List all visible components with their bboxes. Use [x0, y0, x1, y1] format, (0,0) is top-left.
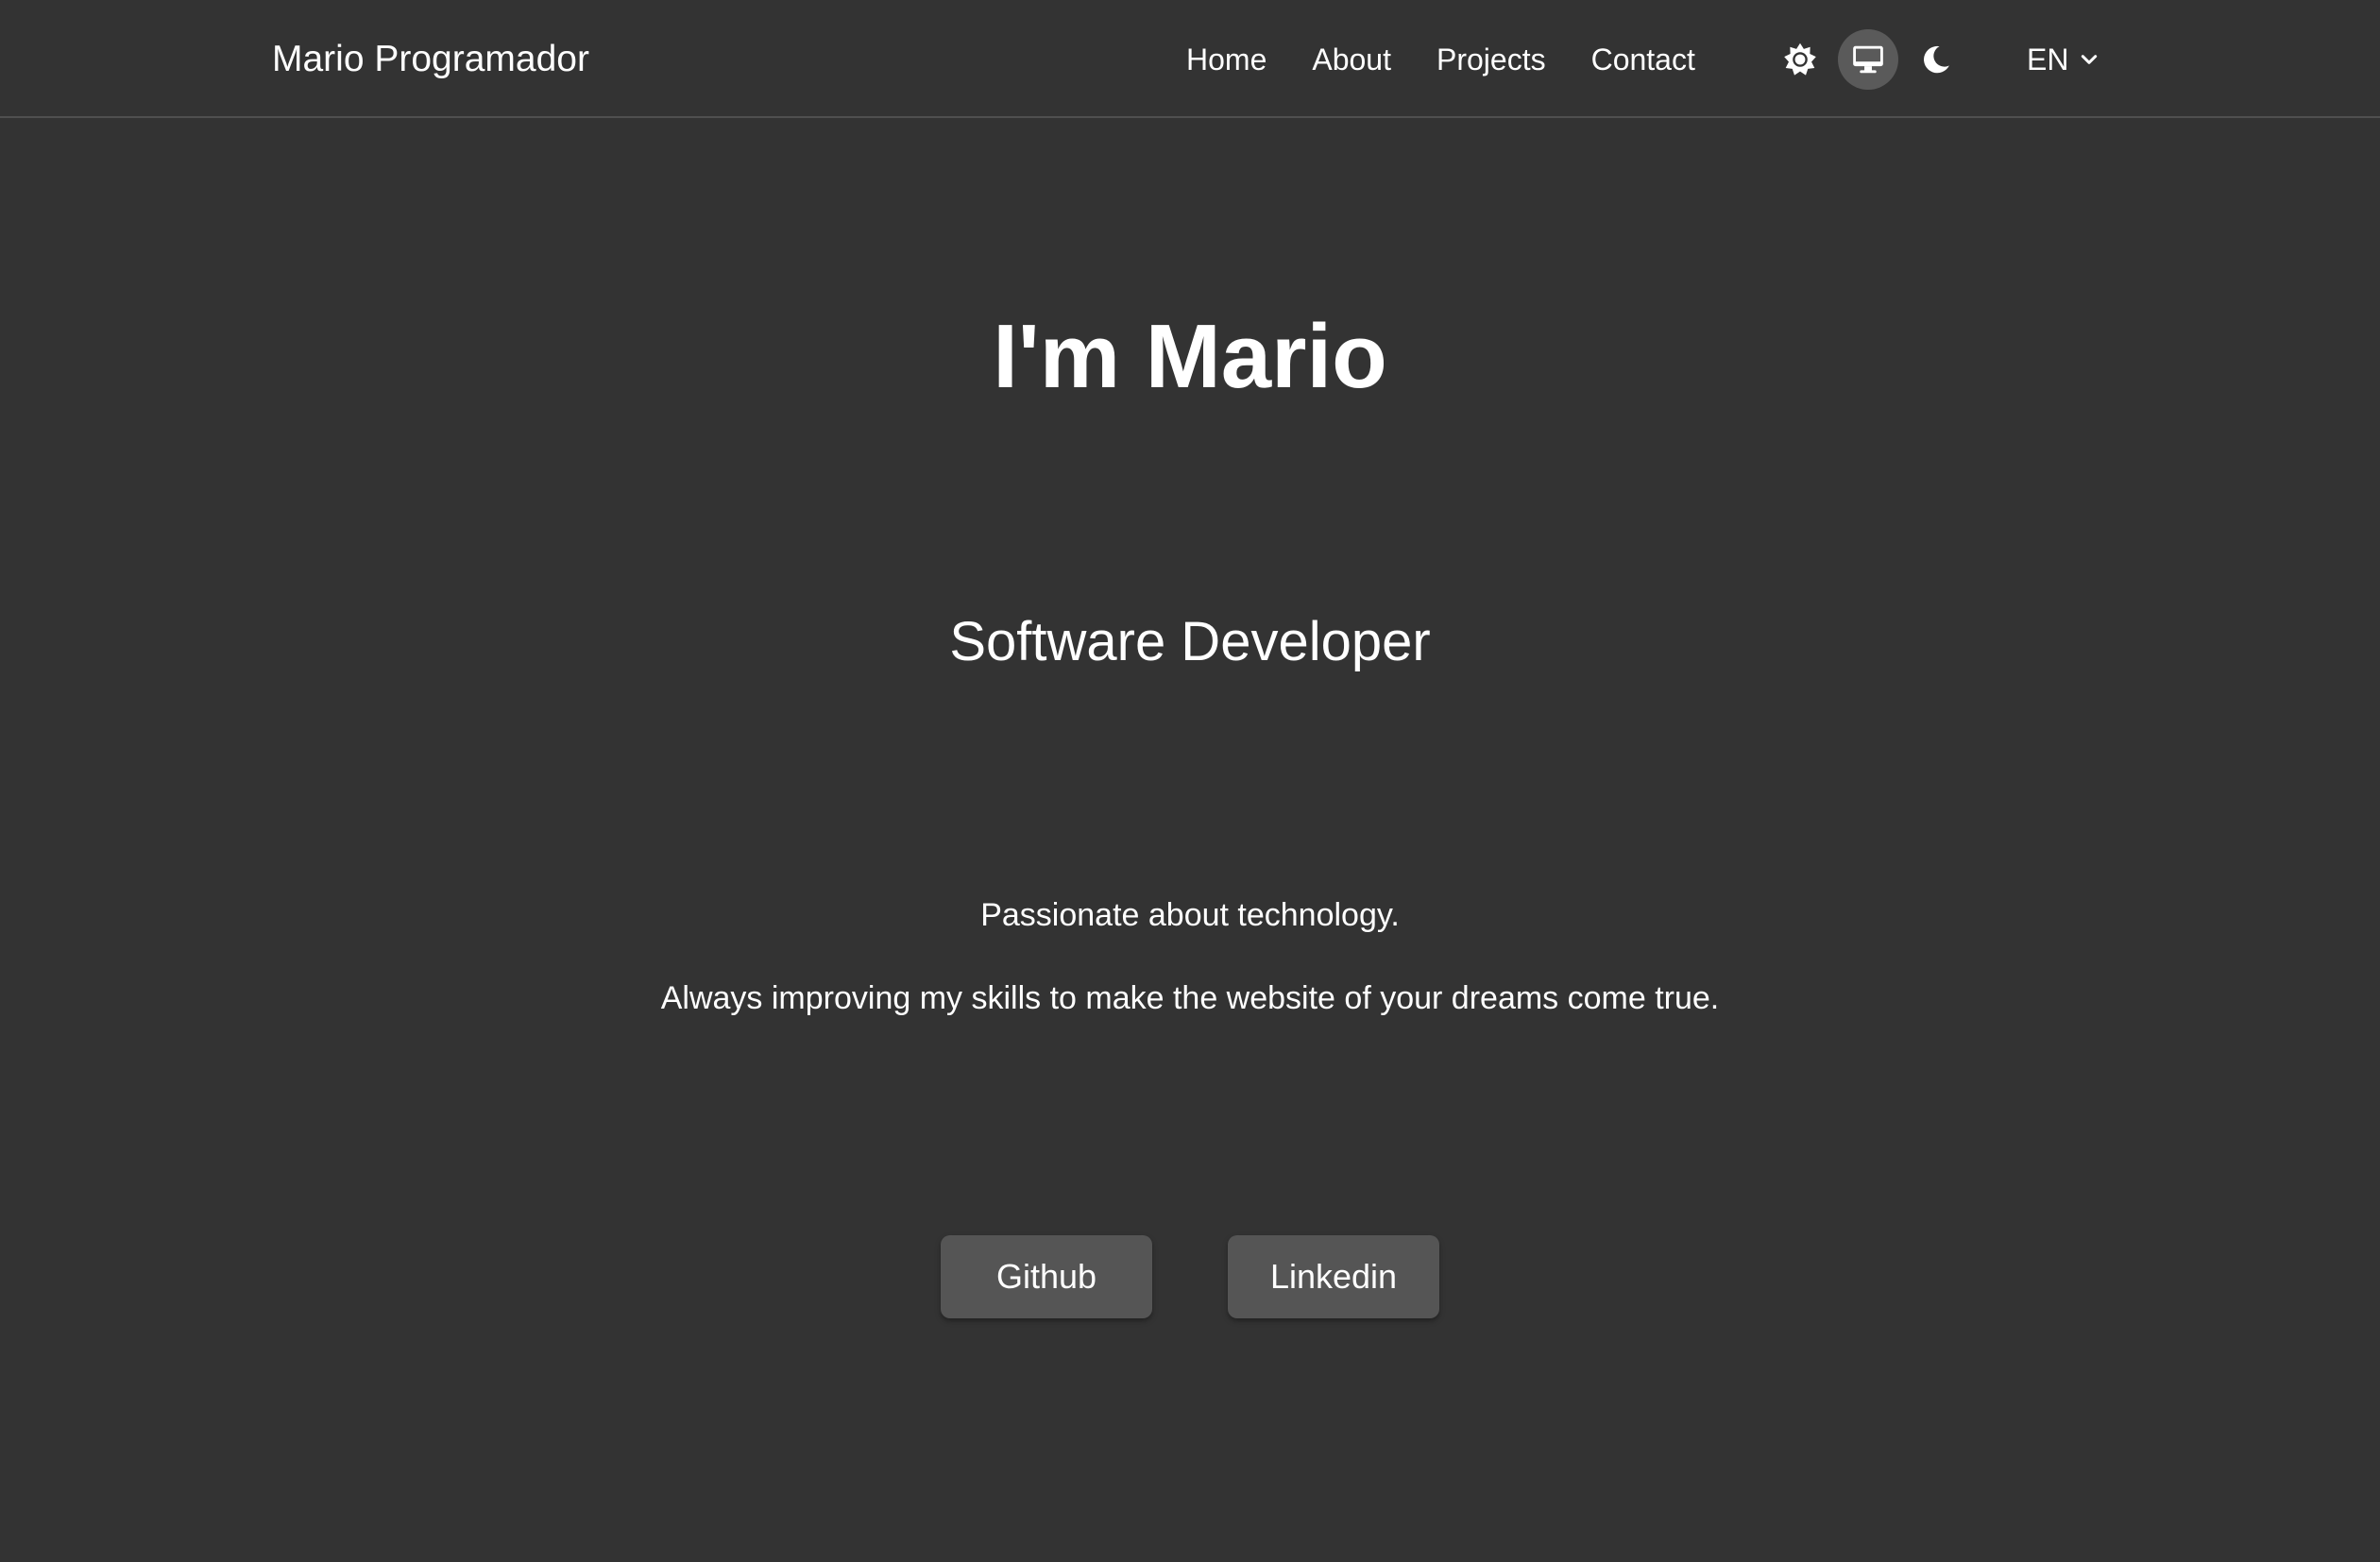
sun-icon [1784, 42, 1816, 76]
top-navbar: Mario Programador Home About Projects Co… [0, 0, 2380, 118]
github-button[interactable]: Github [941, 1235, 1152, 1318]
dark-theme-button[interactable] [1906, 29, 1966, 90]
language-selector[interactable]: EN [2027, 36, 2099, 83]
nav-link-contact[interactable]: Contact [1591, 36, 1695, 83]
chevron-down-icon [2082, 55, 2098, 64]
light-theme-button[interactable] [1770, 29, 1830, 90]
nav-menu: Home About Projects Contact [1186, 36, 1695, 83]
hero-subtitle: Software Developer [949, 611, 1431, 672]
nav-link-about[interactable]: About [1312, 36, 1391, 83]
system-theme-button[interactable] [1838, 29, 1898, 90]
theme-switch [1770, 28, 1974, 91]
nav-link-projects[interactable]: Projects [1436, 36, 1546, 83]
hero-title: I'm Mario [993, 306, 1387, 407]
hero-tagline: Passionate about technology. [980, 897, 1400, 933]
brand-link[interactable]: Mario Programador [272, 36, 589, 83]
linkedin-button[interactable]: Linkedin [1228, 1235, 1439, 1318]
hero-description: Always improving my skills to make the w… [660, 980, 1720, 1016]
moon-icon [1924, 45, 1949, 74]
nav-link-home[interactable]: Home [1186, 36, 1266, 83]
language-label: EN [2027, 42, 2069, 76]
monitor-icon [1853, 45, 1883, 74]
